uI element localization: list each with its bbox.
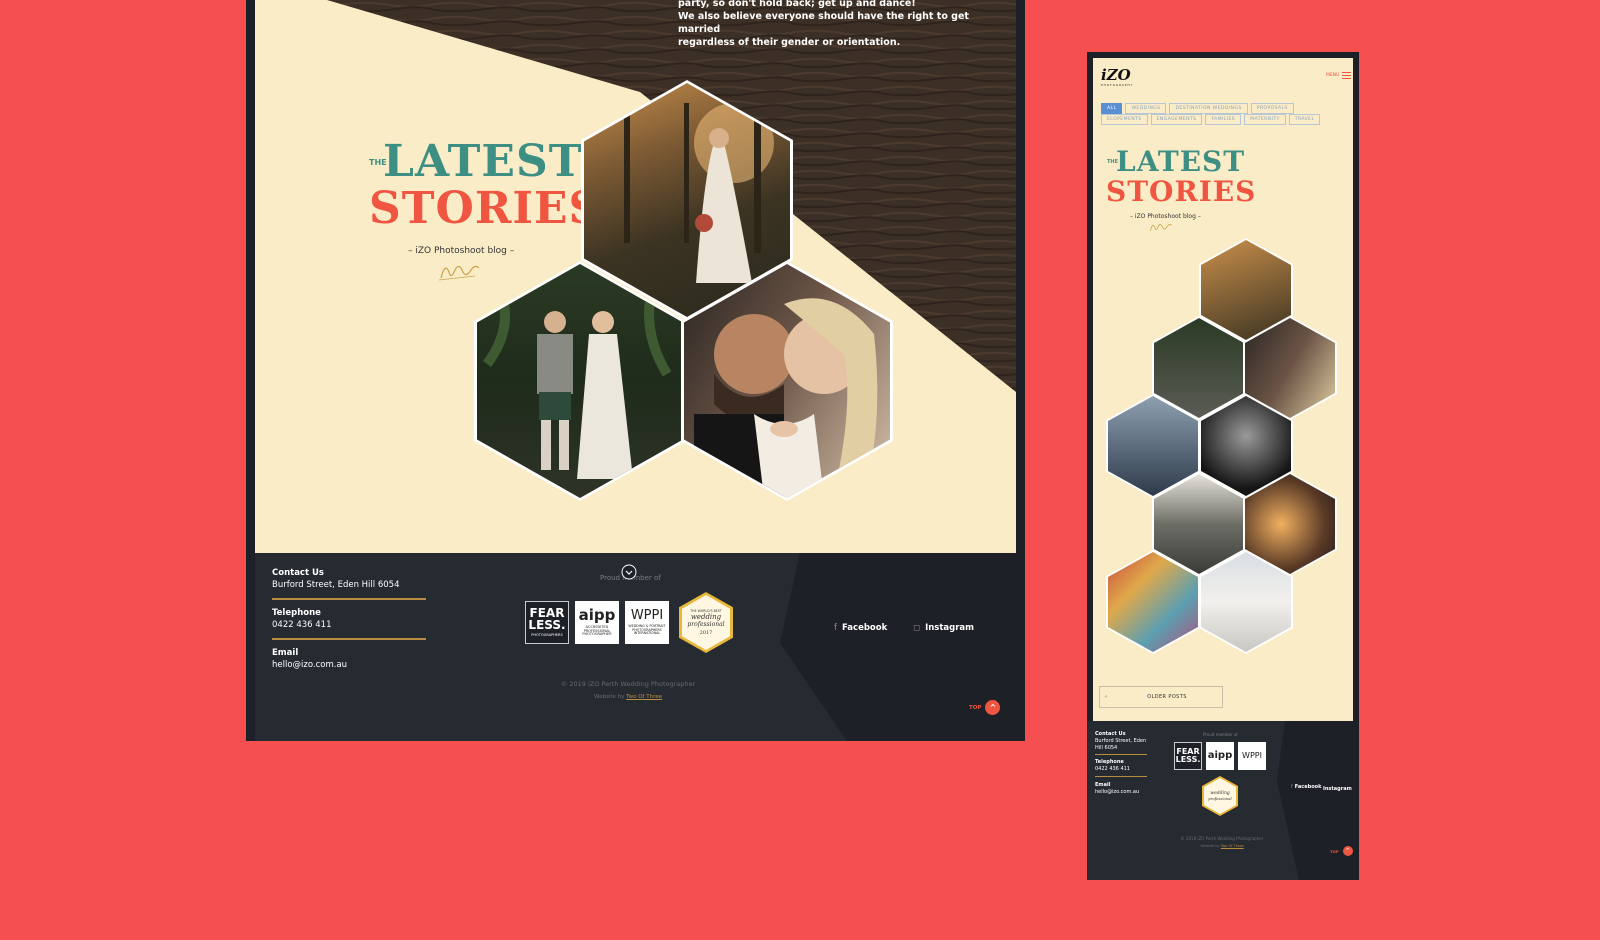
title-latest: LATEST bbox=[1116, 145, 1246, 178]
facebook-link[interactable]: f Facebook bbox=[1291, 784, 1321, 790]
divider bbox=[1095, 776, 1147, 777]
contact-label: Contact Us bbox=[1095, 731, 1126, 737]
instagram-label: Instagram bbox=[925, 623, 975, 633]
telephone-label: Telephone bbox=[1095, 759, 1124, 765]
contact-address-1: Burford Street, Eden bbox=[1095, 738, 1147, 744]
filter-maternity[interactable]: MATERNITY bbox=[1244, 114, 1286, 125]
credit-prefix: Website by bbox=[594, 694, 627, 700]
filter-destination-weddings[interactable]: DESTINATION WEDDINGS bbox=[1169, 103, 1248, 114]
chevron-down-icon[interactable] bbox=[621, 564, 637, 580]
desktop-footer: Contact Us Burford Street, Eden Hill 605… bbox=[255, 553, 1016, 741]
divider bbox=[272, 638, 426, 640]
wppi-badge[interactable]: WPPI bbox=[1238, 742, 1266, 770]
telephone-link[interactable]: 0422 436 411 bbox=[1095, 766, 1130, 772]
wppi-logo: WPPI bbox=[1242, 751, 1262, 760]
filter-travel[interactable]: TRAVEL bbox=[1288, 114, 1321, 125]
izo-logo[interactable]: iZO bbox=[1101, 66, 1131, 84]
mobile-blog-page: iZO PHOTOGRAPHY MENU ALL WEDDINGS DESTIN… bbox=[1093, 58, 1353, 788]
filter-proposals[interactable]: PROPOSALS bbox=[1250, 103, 1294, 114]
contact-address: Burford Street, Eden Hill 6054 bbox=[272, 580, 400, 590]
chevron-up-icon: ^ bbox=[1342, 846, 1353, 856]
top-label: TOP bbox=[969, 704, 982, 711]
aipp-logo: aipp bbox=[1207, 750, 1233, 761]
email-label: Email bbox=[1095, 782, 1111, 788]
credit-link[interactable]: Two Of Three bbox=[1221, 844, 1244, 848]
wppi-sub: WEDDING & PORTRAIT PHOTOGRAPHERS INTERNA… bbox=[628, 624, 666, 636]
mobile-footer: Contact Us Burford Street, Eden Hill 605… bbox=[1087, 721, 1359, 880]
email-label: Email bbox=[272, 648, 299, 658]
desktop-blog-page: party, so don't hold back; get up and da… bbox=[255, 0, 1016, 553]
instagram-icon: ◻ bbox=[913, 623, 921, 633]
fearless-badge[interactable]: FEAR LESS. PHOTOGRAPHERS bbox=[525, 601, 569, 644]
wppi-logo: WPPI bbox=[630, 608, 664, 624]
divider bbox=[272, 598, 426, 600]
filter-elopements[interactable]: ELOPEMENTS bbox=[1101, 114, 1148, 125]
wedding-pro-line2: professional bbox=[1208, 796, 1232, 801]
intro-line: We also believe everyone should have the… bbox=[678, 11, 969, 35]
wedding-pro-line1: wedding bbox=[690, 613, 722, 621]
proud-member-label: Proud member of bbox=[1203, 732, 1238, 737]
instagram-link[interactable]: Instagram bbox=[1323, 786, 1352, 792]
title-stories: STORIES bbox=[1106, 175, 1257, 208]
filter-engagements[interactable]: ENGAGEMENTS bbox=[1150, 114, 1203, 125]
credit-prefix: Website by bbox=[1200, 844, 1221, 848]
filter-row-2: ELOPEMENTS ENGAGEMENTS FAMILIES MATERNIT… bbox=[1101, 114, 1341, 125]
contact-address-2: Hill 6054 bbox=[1095, 745, 1118, 751]
fearless-badge[interactable]: FEAR LESS. bbox=[1174, 742, 1202, 770]
facebook-icon: f bbox=[834, 623, 837, 633]
wppi-badge[interactable]: WPPI WEDDING & PORTRAIT PHOTOGRAPHERS IN… bbox=[625, 601, 669, 644]
instagram-label: Instagram bbox=[1323, 786, 1352, 792]
wedding-pro-line2: professional bbox=[687, 621, 725, 628]
title-stories: STORIES bbox=[369, 183, 602, 234]
signature-icon bbox=[1149, 224, 1172, 232]
desktop-mockup: party, so don't hold back; get up and da… bbox=[246, 0, 1025, 741]
contact-label: Contact Us bbox=[272, 568, 324, 578]
telephone-link[interactable]: 0422 436 411 bbox=[272, 620, 331, 630]
back-to-top-button[interactable]: TOP ^ bbox=[969, 700, 1001, 715]
filter-families[interactable]: FAMILIES bbox=[1205, 114, 1242, 125]
filter-row-1: ALL WEDDINGS DESTINATION WEDDINGS PROPOS… bbox=[1101, 103, 1341, 114]
chevron-up-icon: ^ bbox=[985, 700, 1001, 715]
intro-line: party, so don't hold back; get up and da… bbox=[678, 0, 916, 9]
intro-paragraph: party, so don't hold back; get up and da… bbox=[678, 0, 1008, 49]
fearless-line2: LESS. bbox=[528, 618, 566, 633]
instagram-link[interactable]: ◻ Instagram bbox=[913, 623, 974, 633]
credit-link[interactable]: Two Of Three bbox=[626, 694, 662, 700]
chevron-left-icon: ‹ bbox=[1105, 694, 1107, 700]
blog-subtitle: – iZO Photoshoot blog – bbox=[408, 246, 515, 256]
filter-all[interactable]: ALL bbox=[1101, 103, 1123, 114]
mobile-mockup: iZO PHOTOGRAPHY MENU ALL WEDDINGS DESTIN… bbox=[1087, 52, 1359, 880]
top-label: TOP bbox=[1330, 848, 1339, 854]
fearless-line2: LESS. bbox=[1175, 755, 1201, 764]
aipp-logo: aipp bbox=[578, 605, 616, 624]
email-link[interactable]: hello@izo.com.au bbox=[1095, 789, 1139, 795]
website-credit: Website by Two Of Three bbox=[1147, 844, 1297, 848]
copyright: © 2019 iZO Perth Wedding Photographer bbox=[560, 680, 696, 688]
logo-subtitle: PHOTOGRAPHY bbox=[1101, 83, 1134, 87]
menu-button[interactable]: MENU bbox=[1326, 70, 1352, 81]
older-posts-label: OLDER POSTS bbox=[1147, 694, 1187, 700]
facebook-label: Facebook bbox=[1294, 784, 1322, 790]
signature-icon bbox=[438, 265, 480, 281]
telephone-label: Telephone bbox=[272, 608, 321, 618]
title-latest: LATEST bbox=[383, 136, 583, 187]
fearless-sub: PHOTOGRAPHERS bbox=[531, 633, 563, 638]
facebook-icon: f bbox=[1291, 784, 1293, 790]
older-posts-button[interactable]: ‹ OLDER POSTS bbox=[1099, 686, 1223, 708]
aipp-badge[interactable]: aipp bbox=[1206, 742, 1234, 770]
copyright: © 2018 iZO Perth Wedding Photographer bbox=[1180, 836, 1264, 841]
back-to-top-button[interactable]: TOP ^ bbox=[1330, 846, 1353, 856]
aipp-sub: ACCREDITED PROFESSIONAL PHOTOGRAPHER bbox=[582, 624, 612, 637]
wedding-pro-year: 2017 bbox=[699, 630, 713, 636]
hamburger-icon bbox=[1342, 70, 1352, 81]
intro-line: regardless of their gender or orientatio… bbox=[678, 37, 901, 48]
facebook-link[interactable]: f Facebook bbox=[834, 623, 887, 633]
aipp-badge[interactable]: aipp ACCREDITED PROFESSIONAL PHOTOGRAPHE… bbox=[575, 601, 619, 644]
filter-weddings[interactable]: WEDDINGS bbox=[1125, 103, 1167, 114]
website-credit: Website by Two Of Three bbox=[553, 694, 703, 700]
menu-label: MENU bbox=[1326, 73, 1340, 78]
divider bbox=[1095, 754, 1147, 755]
facebook-label: Facebook bbox=[842, 623, 888, 633]
email-link[interactable]: hello@izo.com.au bbox=[272, 660, 347, 670]
